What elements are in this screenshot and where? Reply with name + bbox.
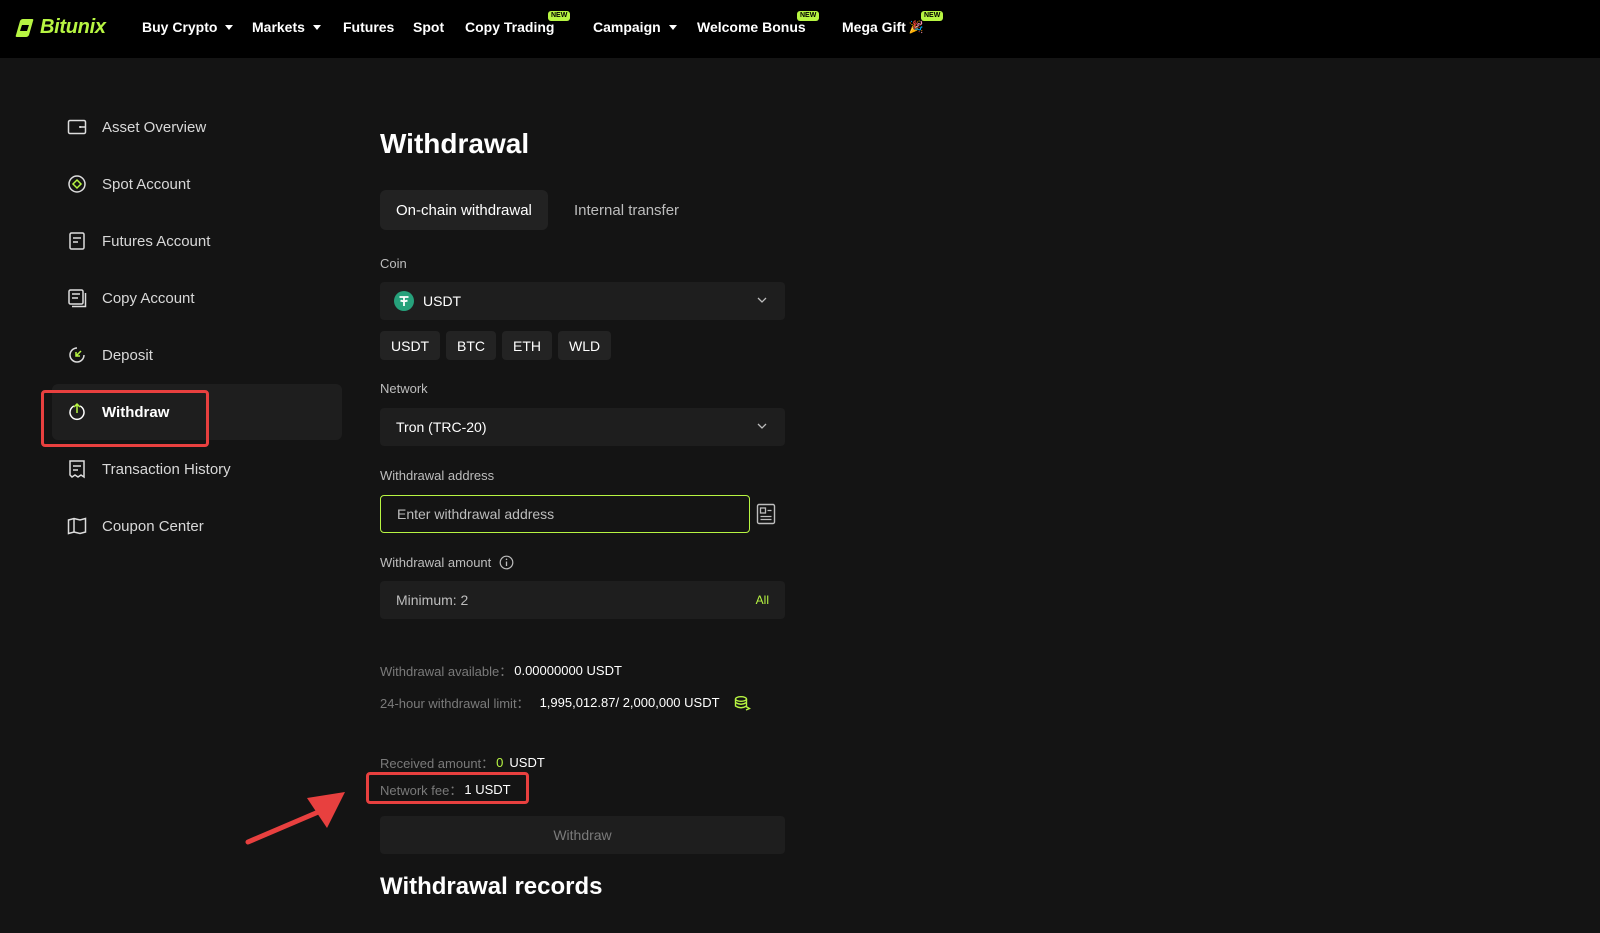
new-badge: NEW xyxy=(921,11,944,21)
limit-row: 24-hour withdrawal limit： 1,995,012.87/ … xyxy=(380,693,751,712)
network-fee-row: Network fee： 1 USDT xyxy=(380,780,511,799)
withdrawal-address-input[interactable]: Enter withdrawal address xyxy=(380,495,750,533)
network-fee-value: 1 USDT xyxy=(464,782,511,797)
limit-coins-icon[interactable] xyxy=(734,695,751,711)
coin-select-value: USDT xyxy=(423,293,462,309)
address-book-icon[interactable] xyxy=(756,503,776,530)
sidebar-item-withdraw[interactable]: Withdraw xyxy=(52,384,342,440)
coin-chip-usdt[interactable]: USDT xyxy=(380,331,441,360)
all-button[interactable]: All xyxy=(756,593,769,607)
logo-mark-icon xyxy=(15,18,34,37)
sidebar-item-label: Asset Overview xyxy=(102,118,207,136)
copy-icon xyxy=(66,287,88,309)
nav-futures[interactable]: Futures xyxy=(343,19,394,35)
limit-value: 1,995,012.87/ 2,000,000 USDT xyxy=(539,695,720,710)
network-fee-label: Network fee： xyxy=(380,783,463,798)
sidebar-item-asset-overview[interactable]: Asset Overview xyxy=(52,99,342,155)
deposit-icon xyxy=(66,344,88,366)
sidebar-item-spot-account[interactable]: Spot Account xyxy=(52,156,342,212)
withdraw-button[interactable]: Withdraw xyxy=(380,816,785,854)
available-value: 0.00000000 USDT xyxy=(514,663,622,678)
address-label: Withdrawal address xyxy=(380,468,495,483)
top-navbar: Bitunix Buy Crypto Markets Futures Spot … xyxy=(0,0,1600,58)
usdt-coin-icon xyxy=(394,291,414,311)
withdrawal-records-title: Withdrawal records xyxy=(380,873,603,900)
received-unit: USDT xyxy=(509,755,545,770)
nav-label: Campaign xyxy=(593,19,661,35)
sidebar-item-copy-account[interactable]: Copy Account xyxy=(52,270,342,326)
nav-label: Copy Trading xyxy=(465,19,555,35)
withdrawal-amount-input[interactable]: Minimum: 2 All xyxy=(380,581,785,619)
nav-label: Spot xyxy=(413,19,445,35)
nav-campaign[interactable]: Campaign xyxy=(593,19,677,35)
nav-mega-gift[interactable]: Mega Gift 🎉 xyxy=(842,19,924,35)
logo-text: Bitunix xyxy=(40,16,106,38)
nav-label: Mega Gift xyxy=(842,19,906,35)
info-icon[interactable] xyxy=(499,555,514,570)
network-label: Network xyxy=(380,381,428,396)
new-badge: NEW xyxy=(797,11,820,21)
nav-spot[interactable]: Spot xyxy=(413,19,444,35)
withdraw-icon xyxy=(66,401,88,423)
limit-label: 24-hour withdrawal limit： xyxy=(380,696,530,711)
sidebar-item-label: Transaction History xyxy=(102,460,231,478)
tab-on-chain-withdrawal[interactable]: On-chain withdrawal xyxy=(380,190,548,230)
nav-buy-crypto[interactable]: Buy Crypto xyxy=(142,19,234,35)
sidebar-item-label: Copy Account xyxy=(102,289,195,307)
network-select[interactable]: Tron (TRC-20) xyxy=(380,408,785,446)
nav-welcome-bonus[interactable]: Welcome Bonus xyxy=(697,19,806,35)
new-badge: NEW xyxy=(548,11,571,21)
amount-label: Withdrawal amount xyxy=(380,555,492,570)
futures-icon xyxy=(66,230,88,252)
amount-label-row: Withdrawal amount xyxy=(380,555,514,570)
network-select-value: Tron (TRC-20) xyxy=(396,419,487,435)
nav-label: Futures xyxy=(343,19,395,35)
coin-label: Coin xyxy=(380,256,407,271)
available-row: Withdrawal available： 0.00000000 USDT xyxy=(380,661,622,680)
annotation-arrow-icon xyxy=(245,792,345,845)
wallet-icon xyxy=(66,116,88,138)
party-popper-icon: 🎉 xyxy=(908,20,924,34)
coin-chip-btc[interactable]: BTC xyxy=(446,331,496,360)
caret-down-icon xyxy=(668,24,677,30)
receipt-icon xyxy=(66,458,88,480)
coupon-icon xyxy=(66,515,88,537)
sidebar-item-coupon-center[interactable]: Coupon Center xyxy=(52,498,342,554)
tab-internal-transfer[interactable]: Internal transfer xyxy=(558,190,695,230)
sidebar-item-label: Futures Account xyxy=(102,232,211,250)
nav-label: Markets xyxy=(252,19,305,35)
sidebar-item-label: Withdraw xyxy=(102,403,170,421)
received-label: Received amount： xyxy=(380,756,495,771)
amount-placeholder: Minimum: 2 xyxy=(396,592,469,608)
coin-chip-eth[interactable]: ETH xyxy=(502,331,552,360)
coin-select[interactable]: USDT xyxy=(380,282,785,320)
chevron-down-icon xyxy=(757,297,767,303)
sidebar-item-label: Deposit xyxy=(102,346,153,364)
sidebar-item-label: Spot Account xyxy=(102,175,191,193)
sidebar-item-deposit[interactable]: Deposit xyxy=(52,327,342,383)
sidebar-item-futures-account[interactable]: Futures Account xyxy=(52,213,342,269)
nav-label: Welcome Bonus xyxy=(697,19,806,35)
chevron-down-icon xyxy=(757,423,767,429)
received-value: 0 xyxy=(496,755,504,770)
nav-copy-trading[interactable]: Copy Trading xyxy=(465,19,554,35)
received-row: Received amount： 0 USDT xyxy=(380,753,545,772)
coin-chip-wld[interactable]: WLD xyxy=(558,331,612,360)
bitunix-logo[interactable]: Bitunix xyxy=(13,16,106,39)
caret-down-icon xyxy=(312,24,321,30)
page-title: Withdrawal xyxy=(380,128,530,159)
spot-icon xyxy=(66,173,88,195)
caret-down-icon xyxy=(225,24,234,30)
sidebar-item-transaction-history[interactable]: Transaction History xyxy=(52,441,342,497)
nav-markets[interactable]: Markets xyxy=(252,19,321,35)
sidebar-item-label: Coupon Center xyxy=(102,517,204,535)
available-label: Withdrawal available： xyxy=(380,664,513,679)
nav-label: Buy Crypto xyxy=(142,19,218,35)
